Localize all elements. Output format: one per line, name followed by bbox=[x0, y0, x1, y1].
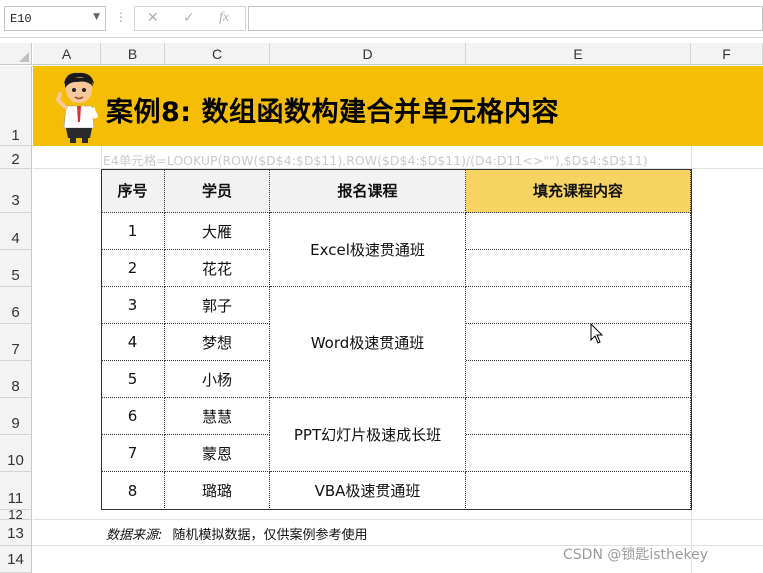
merged-course-cell[interactable]: Excel极速贯通班 bbox=[270, 213, 466, 287]
cell-number[interactable]: 4 bbox=[101, 324, 165, 361]
cell-number[interactable]: 2 bbox=[101, 250, 165, 287]
column-header-c[interactable]: C bbox=[165, 43, 270, 65]
cell-student[interactable]: 梦想 bbox=[165, 324, 270, 361]
cell-student[interactable]: 慧慧 bbox=[165, 398, 270, 435]
cell-student[interactable]: 璐璐 bbox=[165, 472, 270, 510]
page-title: 案例8: 数组函数构建合并单元格内容 bbox=[106, 97, 559, 128]
fill-course-cell[interactable] bbox=[466, 213, 691, 250]
row-header-13[interactable]: 13 bbox=[0, 520, 32, 546]
insert-function-icon[interactable]: fx bbox=[219, 10, 229, 26]
row-header-12[interactable]: 12 bbox=[0, 508, 32, 521]
row-header-1[interactable]: 1 bbox=[0, 66, 32, 146]
chevron-down-icon[interactable]: ▼ bbox=[93, 12, 100, 22]
gridline bbox=[101, 146, 102, 169]
row-header-2[interactable]: 2 bbox=[0, 146, 32, 169]
row-header-9[interactable]: 9 bbox=[0, 398, 32, 435]
column-header-e[interactable]: E bbox=[466, 43, 691, 65]
fill-course-cell[interactable] bbox=[466, 361, 691, 398]
cancel-icon[interactable]: ✕ bbox=[147, 10, 159, 26]
formula-input[interactable] bbox=[248, 6, 763, 31]
cell-student[interactable]: 蒙恩 bbox=[165, 435, 270, 472]
cell-number[interactable]: 5 bbox=[101, 361, 165, 398]
row-header-7[interactable]: 7 bbox=[0, 324, 32, 361]
row-header-10[interactable]: 10 bbox=[0, 435, 32, 472]
data-source-text: 随机模拟数据，仅供案例参考使用 bbox=[172, 528, 368, 543]
fill-course-cell[interactable] bbox=[466, 398, 691, 435]
header-fill-course[interactable]: 填充课程内容 bbox=[466, 169, 691, 213]
row-header-8[interactable]: 8 bbox=[0, 361, 32, 398]
header-course[interactable]: 报名课程 bbox=[270, 169, 466, 213]
cell-student[interactable]: 郭子 bbox=[165, 287, 270, 324]
name-box-value: E10 bbox=[10, 12, 32, 26]
fill-course-cell[interactable] bbox=[466, 250, 691, 287]
column-header-d[interactable]: D bbox=[270, 43, 466, 65]
formula-note[interactable]: E4单元格=LOOKUP(ROW($D$4:$D$11),ROW($D$4:$D… bbox=[103, 150, 648, 169]
cell-student[interactable]: 小杨 bbox=[165, 361, 270, 398]
column-header-a[interactable]: A bbox=[33, 43, 101, 65]
mascot-icon bbox=[55, 72, 99, 143]
cell-number[interactable]: 7 bbox=[101, 435, 165, 472]
fill-course-cell[interactable] bbox=[466, 435, 691, 472]
merged-course-cell[interactable]: VBA极速贯通班 bbox=[270, 472, 466, 510]
row-header-3[interactable]: 3 bbox=[0, 169, 32, 213]
watermark: CSDN @锁匙isthekey bbox=[563, 547, 709, 563]
select-all-corner[interactable] bbox=[0, 43, 32, 65]
gridline bbox=[691, 146, 692, 573]
row-header-5[interactable]: 5 bbox=[0, 250, 32, 287]
formula-buttons: ✕ ✓ fx bbox=[134, 6, 246, 31]
column-header-f[interactable]: F bbox=[691, 43, 763, 65]
formula-bar: E10 ▼ ⋮ ✕ ✓ fx bbox=[0, 0, 763, 38]
data-source-note[interactable]: 数据来源: 随机模拟数据，仅供案例参考使用 bbox=[106, 524, 368, 543]
cell-student[interactable]: 花花 bbox=[165, 250, 270, 287]
row-header-6[interactable]: 6 bbox=[0, 287, 32, 324]
fill-course-cell[interactable] bbox=[466, 287, 691, 324]
mouse-cursor-icon bbox=[590, 323, 604, 344]
row-header-14[interactable]: 14 bbox=[0, 546, 32, 573]
row-header-4[interactable]: 4 bbox=[0, 213, 32, 250]
header-student[interactable]: 学员 bbox=[165, 169, 270, 213]
fill-course-cell[interactable] bbox=[466, 324, 691, 361]
merged-course-cell[interactable]: PPT幻灯片极速成长班 bbox=[270, 398, 466, 472]
cell-number[interactable]: 1 bbox=[101, 213, 165, 250]
gridline bbox=[33, 519, 763, 520]
drag-handle-icon[interactable]: ⋮ bbox=[115, 10, 127, 24]
enter-icon[interactable]: ✓ bbox=[183, 10, 195, 26]
cell-student[interactable]: 大雁 bbox=[165, 213, 270, 250]
column-header-b[interactable]: B bbox=[101, 43, 165, 65]
fill-course-cell[interactable] bbox=[466, 472, 691, 510]
name-box[interactable]: E10 ▼ bbox=[4, 6, 106, 31]
row-header-11[interactable]: 11 bbox=[0, 472, 32, 510]
data-source-label: 数据来源: bbox=[106, 528, 163, 543]
header-number[interactable]: 序号 bbox=[101, 169, 165, 213]
merged-course-cell[interactable]: Word极速贯通班 bbox=[270, 287, 466, 398]
cell-number[interactable]: 3 bbox=[101, 287, 165, 324]
cell-number[interactable]: 6 bbox=[101, 398, 165, 435]
cell-number[interactable]: 8 bbox=[101, 472, 165, 510]
